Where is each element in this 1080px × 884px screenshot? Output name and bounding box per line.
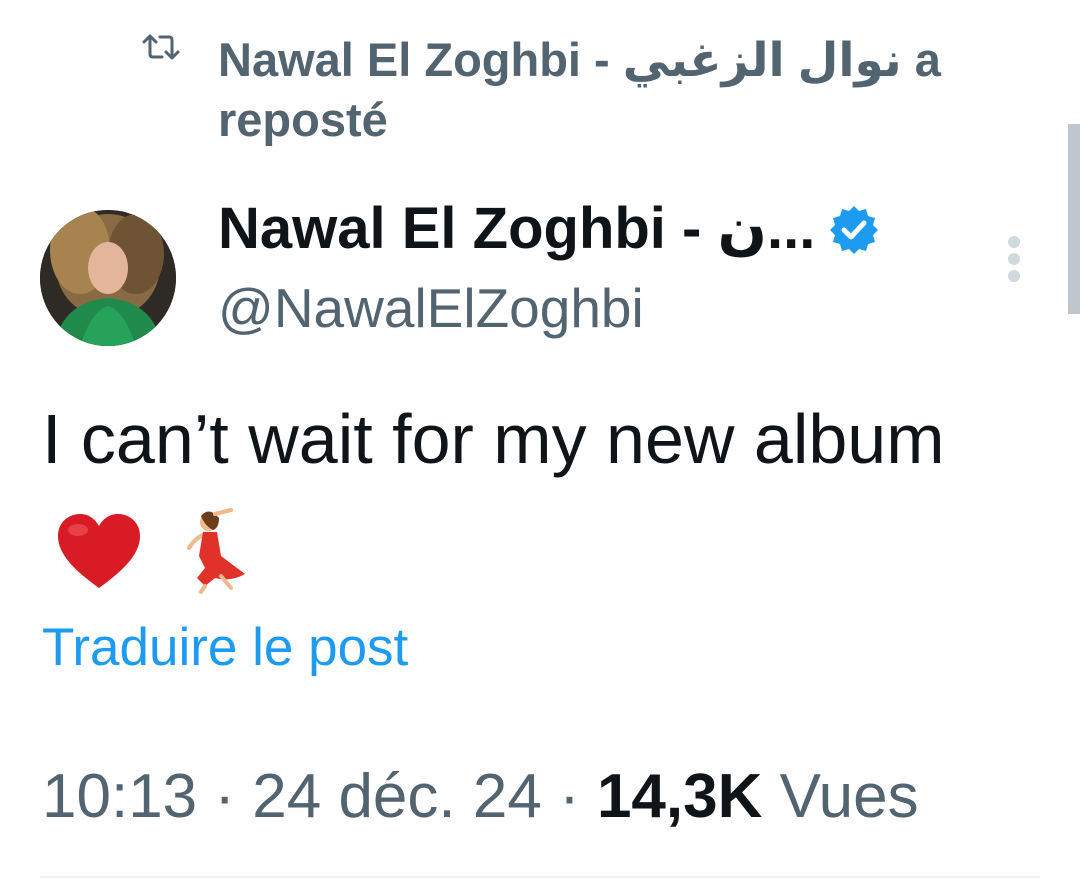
- translate-post-link[interactable]: Traduire le post: [42, 616, 408, 680]
- meta-separator: ·: [197, 762, 253, 831]
- more-options-icon[interactable]: [1002, 236, 1026, 282]
- scrollbar[interactable]: [1068, 124, 1080, 314]
- repost-header[interactable]: Nawal El Zoghbi - نوال الزغبي a reposté: [140, 30, 1040, 150]
- tweet-page: Nawal El Zoghbi - نوال الزغبي a reposté …: [0, 0, 1080, 884]
- repost-icon: [142, 34, 180, 60]
- verified-badge-icon: [830, 206, 879, 254]
- tweet-body: I can’t wait for my new album: [42, 386, 1022, 598]
- tweet-text: I can’t wait for my new album: [42, 400, 945, 478]
- tweet-time[interactable]: 10:13: [42, 762, 197, 831]
- display-name[interactable]: Nawal El Zoghbi - ن...: [218, 196, 879, 262]
- more-dot: [1008, 270, 1020, 282]
- dancer-emoji: [187, 507, 246, 594]
- avatar-image: [40, 210, 176, 346]
- tweet-header: Nawal El Zoghbi - ن... @NawalElZoghbi: [40, 196, 1040, 346]
- divider: [40, 876, 1040, 878]
- display-name-text[interactable]: Nawal El Zoghbi - ن...: [218, 196, 815, 262]
- repost-label[interactable]: Nawal El Zoghbi - نوال الزغبي a reposté: [218, 30, 1038, 150]
- user-handle[interactable]: @NawalElZoghbi: [218, 276, 644, 340]
- meta-separator: ·: [541, 762, 597, 831]
- tweet-date[interactable]: 24 déc. 24: [252, 762, 542, 831]
- more-dot: [1008, 253, 1020, 265]
- tweet-meta: 10:13 · 24 déc. 24 · 14,3K Vues: [42, 760, 919, 834]
- views-count[interactable]: 14,3K: [597, 762, 762, 831]
- red-heart-emoji: [58, 513, 140, 588]
- more-dot: [1008, 236, 1020, 248]
- views-label[interactable]: Vues: [762, 762, 919, 831]
- avatar[interactable]: [40, 210, 176, 346]
